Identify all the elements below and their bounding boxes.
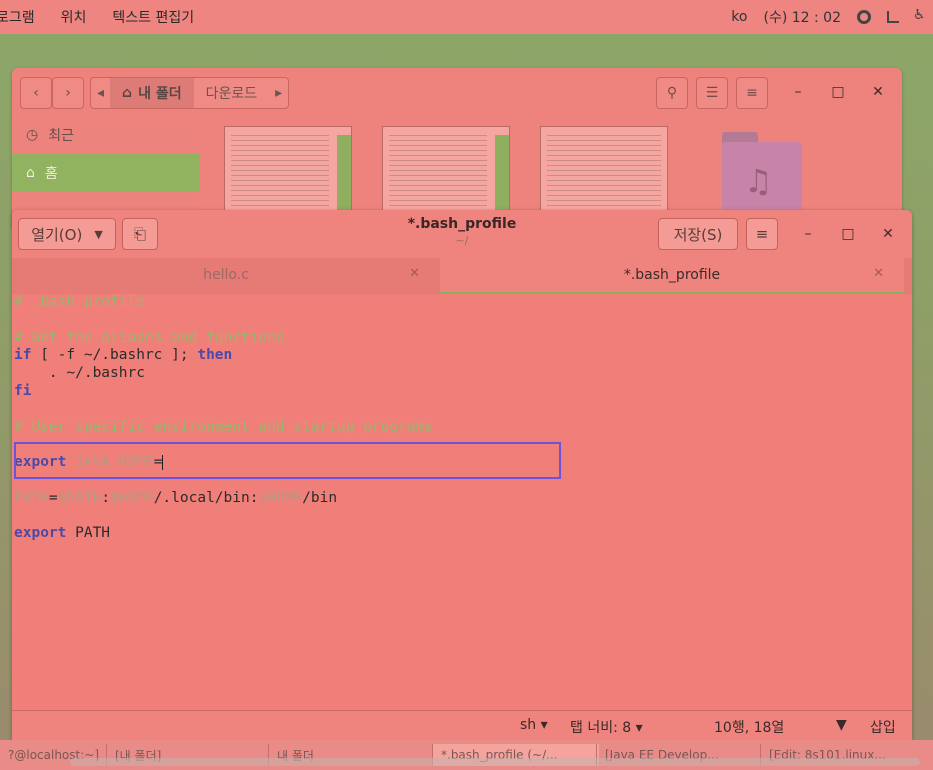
menu-programs[interactable]: 로그램	[0, 7, 35, 27]
new-document-icon[interactable]: ⎗	[122, 218, 158, 250]
breadcrumb: ◂ ⌂ 내 폴더 다운로드 ▸	[90, 77, 290, 109]
clock[interactable]: (수) 12 : 02	[763, 7, 841, 27]
open-button[interactable]: 열기(O) ▼	[18, 218, 116, 250]
code-token: $HOME	[258, 489, 303, 506]
menu-places[interactable]: 위치	[61, 7, 87, 27]
code-editor-area[interactable]: # .bash_profile # Get the aliases and fu…	[14, 294, 910, 710]
file-thumbnail[interactable]	[540, 126, 668, 216]
minimize-icon[interactable]: –	[786, 80, 810, 104]
breadcrumb-right-arrow[interactable]: ▸	[269, 78, 288, 108]
tab-label: hello.c	[203, 267, 249, 283]
chevron-down-icon[interactable]: ▼	[836, 717, 847, 733]
code-token: /.local/bin:	[153, 489, 259, 506]
open-button-label: 열기(O)	[31, 225, 83, 244]
code-line: . ~/.bashrc	[14, 365, 910, 383]
minimize-icon[interactable]: –	[796, 222, 820, 246]
file-manager-window: ‹ › ◂ ⌂ 내 폴더 다운로드 ▸ ⚲ ☰ ≡ – □ ✕ ◷ 최근 ⌂ 홈…	[12, 68, 902, 228]
view-toggle-icon[interactable]: ☰	[696, 77, 728, 109]
menu-text-editor[interactable]: 텍스트 편집기	[112, 7, 194, 27]
selection-highlight-box	[14, 442, 561, 479]
maximize-icon[interactable]: □	[826, 80, 850, 104]
sidebar-item-home[interactable]: ⌂ 홈	[12, 154, 200, 192]
code-token: export	[14, 525, 67, 542]
home-icon: ⌂	[26, 165, 35, 181]
forward-button[interactable]: ›	[52, 77, 84, 109]
tab-bash-profile[interactable]: *.bash_profile ✕	[440, 258, 904, 295]
save-button[interactable]: 저장(S)	[658, 218, 738, 250]
clock-icon: ◷	[26, 127, 39, 143]
breadcrumb-home[interactable]: ⌂ 내 폴더	[110, 78, 194, 108]
hamburger-menu-icon[interactable]: ≡	[746, 218, 778, 250]
code-line: PATH=$PATH:$HOME/.local/bin:$HOME/bin	[14, 490, 910, 508]
top-panel: 로그램 위치 텍스트 편집기 ko (수) 12 : 02	[0, 0, 933, 34]
code-token: # Get the aliases and functions	[14, 329, 285, 346]
code-token: :	[101, 489, 111, 506]
document-tabs: hello.c ✕ *.bash_profile ✕	[12, 258, 912, 295]
tab-width-selector[interactable]: 탭 너비: 8 ▾	[570, 717, 643, 737]
home-icon: ⌂	[122, 85, 133, 101]
code-line: export PATH	[14, 525, 910, 543]
sidebar-item-label: 최근	[48, 128, 74, 144]
code-token: then	[197, 347, 233, 364]
language-selector[interactable]: sh ▾	[520, 717, 548, 733]
code-token: fi	[14, 382, 32, 399]
insert-mode: 삽입	[870, 720, 896, 736]
top-menu: 로그램 위치 텍스트 편집기	[0, 7, 194, 27]
code-line: # .bash_profile	[14, 294, 910, 312]
status-bar: sh ▾ 탭 너비: 8 ▾ 10행, 18열 ▼ 삽입	[12, 710, 912, 741]
menu-icon[interactable]: ≡	[736, 77, 768, 109]
sidebar-item-recent[interactable]: ◷ 최근	[12, 116, 200, 154]
code-token: # User specific environment and startup …	[14, 418, 434, 435]
breadcrumb-home-label: 내 폴더	[138, 86, 182, 102]
code-token: [ -f ~/.bashrc ];	[31, 347, 198, 364]
cursor-position: 10행, 18열	[714, 720, 785, 736]
file-thumbnail[interactable]	[224, 126, 352, 216]
close-icon[interactable]: ✕	[876, 222, 900, 246]
document-title: *.bash_profile	[407, 216, 517, 232]
code-line: # User specific environment and startup …	[14, 419, 910, 437]
accessibility-icon[interactable]	[913, 7, 926, 24]
close-tab-icon[interactable]: ✕	[873, 266, 884, 281]
code-token: /bin	[302, 489, 338, 506]
music-folder-icon[interactable]: ♫	[722, 132, 802, 212]
file-thumbnail[interactable]	[382, 126, 510, 216]
sidebar-item-label: 홈	[44, 166, 58, 182]
text-editor-window: 열기(O) ▼ ⎗ *.bash_profile ~/ 저장(S) ≡ – □ …	[12, 210, 912, 741]
editor-title: *.bash_profile ~/	[332, 216, 592, 247]
code-line: fi	[14, 383, 910, 401]
back-button[interactable]: ‹	[20, 77, 52, 109]
settings-icon[interactable]	[857, 10, 871, 24]
code-token: if	[14, 347, 32, 364]
horizontal-scrollbar[interactable]	[70, 758, 920, 766]
tab-label: *.bash_profile	[623, 267, 721, 283]
code-token: PATH	[66, 525, 111, 542]
code-token: =	[48, 489, 58, 506]
code-token: # .bash_profile	[14, 294, 145, 310]
code-token: PATH	[14, 489, 49, 506]
code-line: if [ -f ~/.bashrc ]; then	[14, 347, 910, 365]
code-token: $HOME	[110, 489, 154, 506]
breadcrumb-downloads[interactable]: 다운로드	[194, 78, 270, 108]
close-tab-icon[interactable]: ✕	[409, 266, 420, 281]
code-line: # Get the aliases and functions	[14, 330, 910, 348]
document-path: ~/	[455, 234, 469, 247]
close-icon[interactable]: ✕	[866, 80, 890, 104]
tab-hello-c[interactable]: hello.c ✕	[12, 258, 440, 292]
input-language[interactable]: ko	[731, 9, 747, 25]
file-manager-header: ‹ › ◂ ⌂ 내 폴더 다운로드 ▸ ⚲ ☰ ≡ – □ ✕	[12, 68, 902, 116]
code-token: $PATH	[57, 489, 102, 506]
chevron-down-icon: ▼	[94, 227, 103, 241]
network-icon[interactable]	[887, 11, 899, 23]
maximize-icon[interactable]: □	[836, 222, 860, 246]
editor-header: 열기(O) ▼ ⎗ *.bash_profile ~/ 저장(S) ≡ – □ …	[12, 210, 912, 258]
breadcrumb-left-arrow[interactable]: ◂	[91, 78, 110, 108]
search-icon[interactable]: ⚲	[656, 77, 688, 109]
code-token: . ~/.bashrc	[14, 365, 145, 382]
